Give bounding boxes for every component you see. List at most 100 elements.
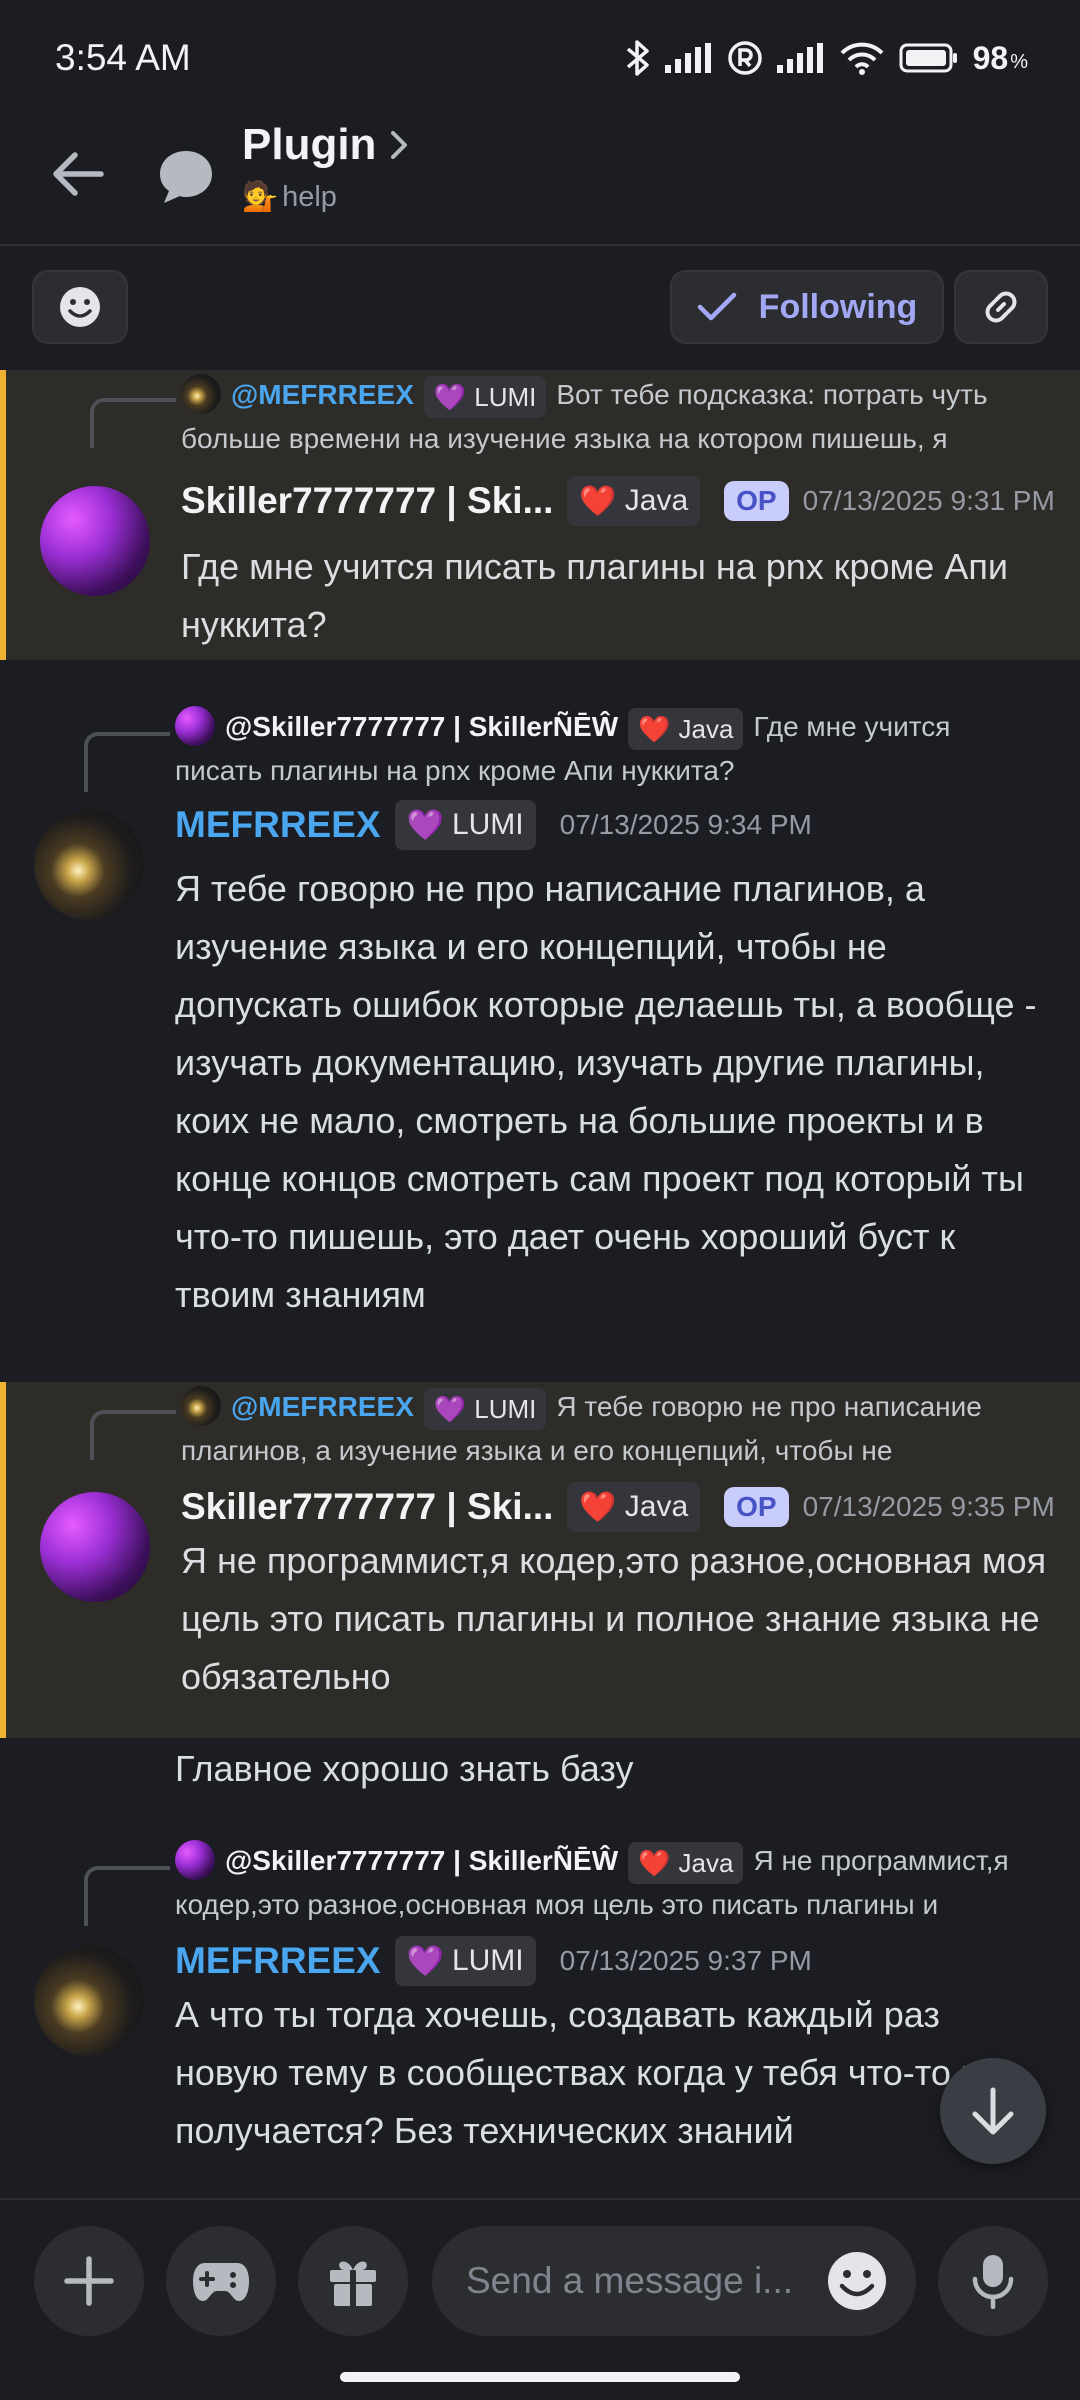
activities-button[interactable] bbox=[166, 2226, 276, 2336]
bluetooth-icon bbox=[626, 40, 649, 76]
op-badge: OP bbox=[724, 481, 789, 521]
emoji-picker-icon[interactable] bbox=[826, 2250, 888, 2312]
role-tag-label: Java bbox=[624, 1490, 689, 1523]
message-composer: Send a message i... bbox=[0, 2200, 1080, 2356]
message-header: MEFRREEX 💜 LUMI 07/13/2025 9:37 PM bbox=[175, 1936, 1050, 1986]
reply-avatar bbox=[181, 374, 221, 414]
message-header: MEFRREEX 💜 LUMI 07/13/2025 9:34 PM bbox=[175, 800, 1050, 850]
timestamp: 07/13/2025 9:31 PM bbox=[802, 485, 1055, 516]
following-button[interactable]: Following bbox=[670, 270, 944, 344]
avatar[interactable] bbox=[40, 1492, 150, 1602]
role-tag-label: LUMI bbox=[474, 1393, 537, 1424]
jump-to-bottom-button[interactable] bbox=[940, 2058, 1046, 2164]
battery-icon bbox=[899, 43, 957, 73]
author-name[interactable]: MEFRREEX bbox=[175, 804, 381, 846]
message-list[interactable]: @MEFRREEX 💜 LUMI Вот тебе подсказка: потрат… bbox=[0, 370, 1080, 2198]
wifi-icon bbox=[840, 42, 884, 75]
signal-icon bbox=[664, 43, 711, 73]
message-body: Где мне учится писать плагины на pnx кро… bbox=[181, 546, 1008, 645]
red-heart-icon: ❤️ bbox=[638, 1847, 671, 1878]
status-time: 3:54 AM bbox=[55, 37, 191, 78]
status-icons: 98% bbox=[625, 39, 1028, 77]
battery-percent: % bbox=[1010, 50, 1028, 73]
message-item[interactable]: @MEFRREEX 💜 LUMI Я тебе говорю не про напис… bbox=[0, 1382, 1080, 1738]
role-tag-label: Java bbox=[678, 713, 734, 744]
subtitle-emoji: 💁 bbox=[242, 181, 279, 213]
arrow-left-icon bbox=[53, 152, 104, 196]
role-tag-label: Java bbox=[678, 1847, 734, 1878]
op-badge: OP bbox=[724, 1487, 789, 1527]
role-tag-label: LUMI bbox=[451, 1944, 524, 1977]
reply-connector bbox=[84, 1866, 170, 1926]
author-name[interactable]: Skiller7777777 | Ski... bbox=[181, 1486, 553, 1528]
purple-heart-icon: 💜 bbox=[406, 808, 444, 842]
status-bar: 3:54 AM 98% bbox=[0, 0, 1080, 116]
reply-avatar bbox=[181, 1386, 221, 1426]
home-indicator[interactable] bbox=[340, 2372, 740, 2382]
role-tag-label: LUMI bbox=[451, 808, 524, 841]
role-tag: 💜 LUMI bbox=[394, 1936, 536, 1986]
message-item[interactable]: @MEFRREEX 💜 LUMI Вот тебе подсказка: потрат… bbox=[0, 370, 1080, 660]
battery-level: 98 bbox=[972, 39, 1009, 76]
subtitle-text: help bbox=[282, 180, 337, 213]
message-body: Я не программист,я кодер,это разное,осно… bbox=[181, 1540, 1047, 1697]
thread-subtitle: 💁 help bbox=[242, 180, 337, 214]
reply-author: @MEFRREEX bbox=[231, 379, 414, 410]
reply-avatar bbox=[175, 706, 215, 746]
following-label: Following bbox=[758, 287, 918, 326]
reply-connector bbox=[90, 398, 176, 448]
voice-message-button[interactable] bbox=[938, 2226, 1048, 2336]
link-icon bbox=[985, 291, 1017, 323]
message-header: Skiller7777777 | Ski... ❤️ Java OP 07/13/… bbox=[181, 476, 1055, 526]
smiley-icon bbox=[60, 287, 100, 327]
reply-preview[interactable]: @Skiller7777777 | SkillerÑĒŴ ❤️ Java Где мн… bbox=[175, 706, 1040, 792]
message-body: А что ты тогда хочешь, создавать каждый … bbox=[175, 1994, 1001, 2151]
reply-preview[interactable]: @MEFRREEX 💜 LUMI Вот тебе подсказка: потрат… bbox=[181, 374, 1040, 460]
chevron-right-icon bbox=[391, 131, 408, 159]
red-heart-icon: ❤️ bbox=[579, 484, 617, 518]
reply-author: @MEFRREEX bbox=[231, 1391, 414, 1422]
registered-icon bbox=[727, 41, 762, 75]
message-item[interactable]: @Skiller7777777 | SkillerÑĒŴ ❤️ Java Я не п… bbox=[0, 1836, 1080, 2198]
role-tag: 💜 LUMI bbox=[423, 1387, 547, 1430]
avatar[interactable] bbox=[34, 810, 144, 920]
role-tag: ❤️ Java bbox=[567, 1482, 701, 1532]
avatar[interactable] bbox=[34, 1946, 144, 2056]
chat-bubble-icon bbox=[160, 151, 212, 203]
reply-connector bbox=[84, 732, 170, 792]
purple-heart-icon: 💜 bbox=[433, 381, 467, 412]
reaction-button[interactable] bbox=[32, 270, 128, 344]
reply-preview[interactable]: @MEFRREEX 💜 LUMI Я тебе говорю не про напис… bbox=[181, 1386, 1040, 1472]
role-tag: ❤️ Java bbox=[628, 1841, 744, 1884]
thread-header: Plugin 💁 help bbox=[0, 116, 1080, 244]
purple-heart-icon: 💜 bbox=[433, 1393, 467, 1424]
reply-author: @Skiller7777777 | SkillerÑĒŴ bbox=[225, 1845, 619, 1876]
timestamp: 07/13/2025 9:34 PM bbox=[559, 809, 812, 840]
add-attachment-button[interactable] bbox=[34, 2226, 144, 2336]
message-body: Я тебе говорю не про написание плагинов,… bbox=[175, 868, 1037, 1315]
thread-title[interactable]: Plugin bbox=[242, 120, 408, 170]
back-button[interactable] bbox=[40, 136, 116, 212]
gift-button[interactable] bbox=[298, 2226, 408, 2336]
role-tag: ❤️ Java bbox=[628, 707, 744, 750]
author-name[interactable]: MEFRREEX bbox=[175, 1940, 381, 1982]
message-item[interactable]: @Skiller7777777 | SkillerÑĒŴ ❤️ Java Где мн… bbox=[0, 700, 1080, 1315]
timestamp: 07/13/2025 9:35 PM bbox=[802, 1491, 1055, 1522]
role-tag: ❤️ Java bbox=[567, 476, 701, 526]
avatar[interactable] bbox=[40, 486, 150, 596]
role-tag: 💜 LUMI bbox=[423, 375, 547, 418]
checkmark-icon bbox=[697, 292, 736, 321]
plus-icon bbox=[64, 2256, 114, 2306]
role-tag: 💜 LUMI bbox=[394, 800, 536, 850]
reply-author: @Skiller7777777 | SkillerÑĒŴ bbox=[225, 711, 619, 742]
message-followup[interactable]: Главное хорошо знать базу bbox=[0, 1738, 1080, 1808]
copy-link-button[interactable] bbox=[954, 270, 1048, 344]
gift-icon bbox=[330, 2261, 376, 2306]
reply-preview[interactable]: @Skiller7777777 | SkillerÑĒŴ ❤️ Java Я не п… bbox=[175, 1840, 1040, 1926]
message-input-placeholder: Send a message i... bbox=[466, 2260, 794, 2301]
red-heart-icon: ❤️ bbox=[579, 1490, 617, 1524]
author-name[interactable]: Skiller7777777 | Ski... bbox=[181, 480, 553, 522]
microphone-icon bbox=[972, 2255, 1014, 2309]
thread-icon bbox=[150, 140, 222, 212]
message-input[interactable]: Send a message i... bbox=[432, 2226, 916, 2336]
